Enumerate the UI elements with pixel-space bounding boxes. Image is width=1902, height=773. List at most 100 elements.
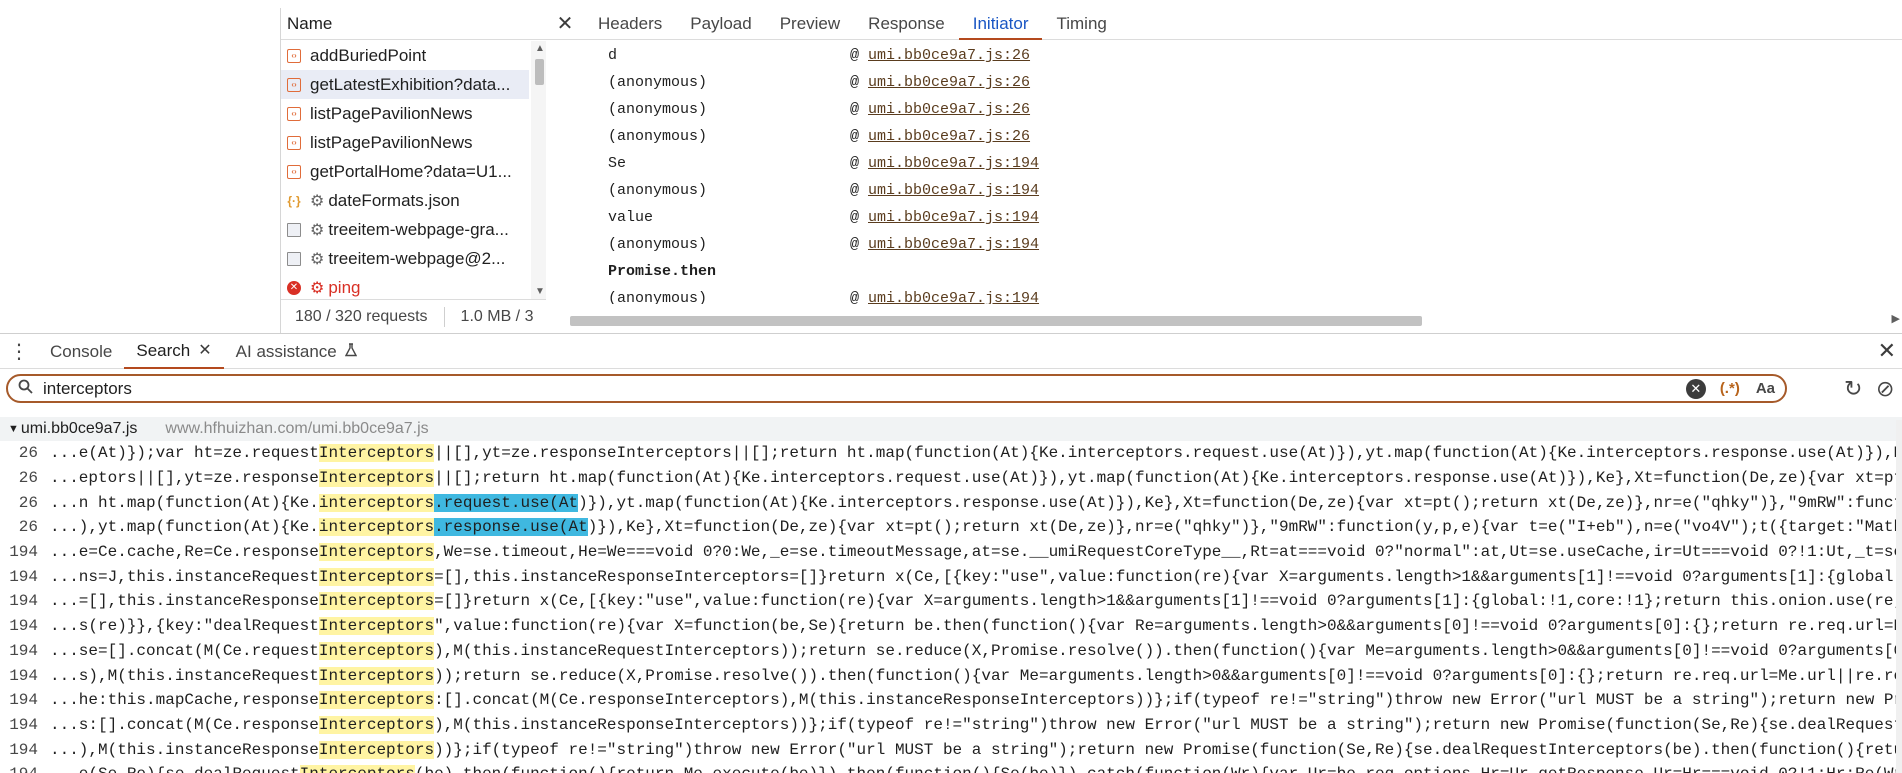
xhr-icon: ‹› — [287, 77, 301, 92]
scroll-right-icon[interactable]: ▶ — [1892, 312, 1900, 325]
code-snippet: ...e=Ce.cache,Re=Ce.responseInterceptors… — [50, 543, 1902, 562]
function-name: (anonymous) — [608, 74, 708, 91]
search-icon — [18, 379, 33, 399]
request-name: getPortalHome?data=U1... — [310, 161, 512, 181]
line-number: 194 — [9, 715, 38, 734]
request-list-scrollbar[interactable]: ▲ ▼ — [531, 41, 547, 299]
source-link[interactable]: umi.bb0ce9a7.js:26 — [868, 101, 1030, 118]
match-case-button[interactable]: Aa — [1756, 380, 1775, 397]
match-highlight: Interceptors — [299, 765, 415, 773]
request-row[interactable]: ‹› listPagePavilionNews — [281, 99, 529, 128]
tab-payload[interactable]: Payload — [676, 8, 765, 40]
request-row[interactable]: ‹› addBuriedPoint — [281, 41, 529, 70]
request-row[interactable]: ⚙ treeitem-webpage@2... — [281, 244, 529, 273]
search-result-line[interactable]: 194 ...he:this.mapCache,responseIntercept… — [0, 688, 1902, 713]
initiator-row: d @ umi.bb0ce9a7.js:26 — [546, 42, 1902, 69]
search-box[interactable]: ✕ (.*) Aa — [6, 374, 1787, 403]
search-result-line[interactable]: 194 ...e(Se,Re){se.dealRequestInterceptor… — [0, 762, 1902, 773]
results-scrollbar[interactable] — [1896, 420, 1902, 773]
search-result-line[interactable]: 26 ...eptors||[],yt=ze.responseIntercepto… — [0, 466, 1902, 491]
code-before-match: ...=[],this.instanceResponse — [50, 592, 319, 611]
drawer-tab-label: Console — [50, 341, 113, 361]
json-icon: {·} — [287, 193, 301, 208]
at-symbol: @ — [850, 101, 860, 118]
search-result-line[interactable]: 26 ...e(At)});var ht=ze.requestIntercepto… — [0, 441, 1902, 466]
tab-headers[interactable]: Headers — [584, 8, 676, 40]
function-name: value — [608, 209, 654, 226]
close-icon[interactable]: ✕ — [546, 11, 584, 36]
search-result-line[interactable]: 26 ...),yt.map(function(At){Ke.intercepto… — [0, 515, 1902, 540]
scrollbar-thumb[interactable] — [570, 316, 1422, 326]
search-result-line[interactable]: 194 ...ns=J,this.instanceRequestIntercept… — [0, 564, 1902, 589]
request-row[interactable]: ‹› listPagePavilionNews — [281, 128, 529, 157]
source-link[interactable]: umi.bb0ce9a7.js:194 — [868, 209, 1039, 226]
tab-response[interactable]: Response — [854, 8, 959, 40]
drawer-tab-ai-assistance[interactable]: AI assistance — [224, 334, 369, 369]
search-input[interactable] — [43, 378, 1686, 399]
source-link[interactable]: umi.bb0ce9a7.js:194 — [868, 290, 1039, 304]
gear-icon: ⚙ — [310, 192, 325, 210]
match-highlight: Interceptors — [318, 567, 435, 586]
refresh-icon[interactable]: ↻ — [1844, 376, 1862, 402]
source-link[interactable]: umi.bb0ce9a7.js:194 — [868, 155, 1039, 172]
network-request-panel: Name ‹› addBuriedPoint ‹› getLatestExhibiti… — [280, 8, 548, 333]
search-result-line[interactable]: 194 ...s:[].concat(M(Ce.responseIntercept… — [0, 713, 1902, 738]
scrollbar-thumb[interactable] — [535, 59, 544, 85]
search-result-line[interactable]: 194 ...se=[].concat(M(Ce.requestIntercept… — [0, 639, 1902, 664]
at-symbol: @ — [850, 182, 860, 199]
search-result-line[interactable]: 194 ...s(re)}},{key:"dealRequestIntercept… — [0, 614, 1902, 639]
request-row[interactable]: ⚙ treeitem-webpage-gra... — [281, 215, 529, 244]
match-highlight: Interceptors — [318, 444, 435, 463]
search-result-line[interactable]: 194 ...s),M(this.instanceRequestIntercept… — [0, 663, 1902, 688]
tab-preview[interactable]: Preview — [766, 8, 854, 40]
request-name: ping — [328, 277, 361, 297]
name-column-header[interactable]: Name — [281, 8, 547, 40]
scroll-down-icon[interactable]: ▼ — [535, 286, 545, 297]
initiator-row: value @ umi.bb0ce9a7.js:194 — [546, 204, 1902, 231]
request-row[interactable]: ‹› getLatestExhibition?data... — [281, 70, 529, 99]
source-link[interactable]: umi.bb0ce9a7.js:26 — [868, 128, 1030, 145]
drawer-tab-label: Search — [136, 340, 191, 360]
source-link[interactable]: umi.bb0ce9a7.js:26 — [868, 47, 1030, 64]
line-number: 194 — [9, 666, 38, 685]
code-before-match: ...),M(this.instanceResponse — [50, 740, 319, 759]
source-link[interactable]: umi.bb0ce9a7.js:26 — [868, 74, 1030, 91]
code-after-match: ,We=se.timeout,He=We===void 0?0:We,_e=se… — [434, 543, 1902, 562]
search-result-line[interactable]: 26 ...n ht.map(function(At){Ke.intercepto… — [0, 490, 1902, 515]
tab-initiator[interactable]: Initiator — [958, 8, 1043, 40]
match-highlight: Interceptors — [318, 617, 435, 636]
gear-icon: ⚙ — [310, 250, 325, 268]
drawer-tab-search[interactable]: Search ✕ — [124, 333, 224, 369]
line-number: 26 — [18, 518, 38, 537]
expand-triangle-icon[interactable]: ▼ — [8, 423, 19, 435]
source-link[interactable]: umi.bb0ce9a7.js:194 — [868, 236, 1039, 253]
search-result-line[interactable]: 194 ...=[],this.instanceResponseIntercept… — [0, 589, 1902, 614]
divider — [443, 306, 445, 327]
search-result-line[interactable]: 194 ...e=Ce.cache,Re=Ce.responseIntercept… — [0, 540, 1902, 565]
clear-results-icon[interactable]: ⊘ — [1876, 376, 1894, 402]
document-icon — [287, 251, 301, 266]
initiator-horizontal-scrollbar[interactable]: ▶ — [570, 313, 1902, 327]
source-link[interactable]: umi.bb0ce9a7.js:194 — [868, 182, 1039, 199]
drawer-tab-console[interactable]: Console — [38, 334, 124, 369]
more-options-icon[interactable]: ⋮ — [0, 339, 38, 364]
request-row[interactable]: ✕ ⚙ ping — [281, 273, 529, 299]
clear-search-icon[interactable]: ✕ — [1685, 378, 1706, 399]
line-number: 194 — [9, 641, 38, 660]
function-name: (anonymous) — [608, 236, 708, 253]
regex-toggle-button[interactable]: (.*) — [1720, 380, 1740, 397]
request-row[interactable]: ‹› getPortalHome?data=U1... — [281, 157, 529, 186]
search-result-line[interactable]: 194 ...),M(this.instanceResponseIntercept… — [0, 737, 1902, 762]
code-after-match: ));return se.reduce(X,Promise.resolve())… — [434, 666, 1902, 685]
initiator-row: (anonymous) @ umi.bb0ce9a7.js:194 — [546, 231, 1902, 258]
close-drawer-icon[interactable]: ✕ — [1878, 338, 1896, 364]
code-after-match: ",value:function(re){var X=function(be,S… — [434, 617, 1902, 636]
tab-timing[interactable]: Timing — [1042, 8, 1120, 40]
scroll-up-icon[interactable]: ▲ — [535, 43, 545, 54]
request-row[interactable]: {·} ⚙ dateFormats.json — [281, 186, 529, 215]
close-tab-icon[interactable]: ✕ — [198, 333, 211, 368]
result-file-header[interactable]: ▼ umi.bb0ce9a7.js www.hfhuizhan.com/umi.… — [0, 417, 1902, 441]
function-name: (anonymous) — [608, 182, 708, 199]
drawer-tab-label: AI assistance — [235, 341, 337, 361]
at-symbol: @ — [850, 47, 860, 64]
